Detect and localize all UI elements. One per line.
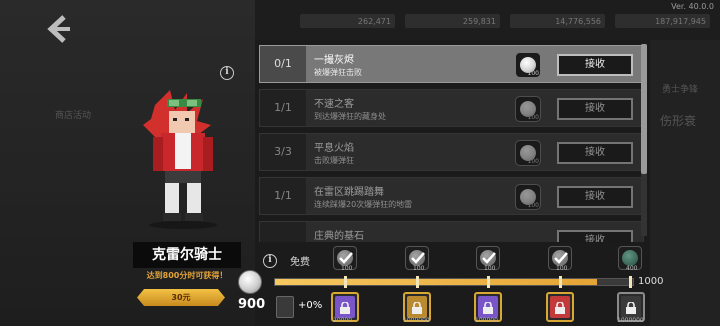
quest-reward-amount: 100 bbox=[527, 202, 539, 209]
progress-tick bbox=[559, 276, 562, 288]
lock-icon bbox=[340, 302, 350, 314]
claim-button[interactable]: 接收 bbox=[557, 230, 633, 242]
buy-pass-button[interactable]: 30元 bbox=[137, 289, 225, 306]
progress-max-label: 1000 bbox=[638, 276, 664, 287]
version-label: Ver. 40.0.0 bbox=[671, 2, 714, 11]
back-button[interactable] bbox=[44, 14, 74, 44]
quest-reward-amount: 100 bbox=[527, 114, 539, 121]
lock-icon bbox=[626, 302, 636, 314]
quest-list[interactable]: 0/1 一撮灰烬 被爆弹狂击败 100 接收 1/1 不速之客 到达爆弹狂的藏身… bbox=[255, 42, 647, 242]
free-reward-amount: 400 bbox=[626, 265, 638, 272]
lock-icon bbox=[555, 302, 565, 314]
checkmark-icon bbox=[554, 252, 568, 264]
quest-title: 平息火焰 bbox=[314, 143, 354, 154]
pass-progress-fill bbox=[275, 279, 598, 285]
pass-coin-icon bbox=[238, 270, 262, 294]
premium-reward-amount: 1000000 bbox=[617, 317, 644, 324]
character-name: 克雷尔骑士 bbox=[133, 242, 241, 268]
checkmark-icon bbox=[482, 252, 496, 264]
side-label-mid: 伤形衰 bbox=[660, 114, 697, 128]
claim-button[interactable]: 接收 bbox=[557, 54, 633, 76]
lock-icon bbox=[412, 302, 422, 314]
quest-progress: 3/3 bbox=[260, 134, 306, 170]
currency-item: 262,471 bbox=[300, 14, 395, 28]
currency-item: 187,917,945 bbox=[615, 14, 710, 28]
quest-row: 3/3 平息火焰 击败爆弹狂 100 接收 bbox=[259, 133, 644, 171]
character-unlock-text: 达到800分时可获得！ bbox=[146, 271, 228, 280]
boost-item-icon[interactable] bbox=[276, 296, 294, 318]
progress-tick bbox=[344, 276, 347, 288]
currency-item: 14,776,556 bbox=[510, 14, 605, 28]
quest-title: 一撮灰烬 bbox=[314, 55, 354, 66]
checkmark-icon bbox=[411, 252, 425, 264]
quest-title: 庄典的基石 bbox=[314, 231, 364, 242]
claim-button[interactable]: 接收 bbox=[557, 186, 633, 208]
premium-reward-amount: 20000 bbox=[333, 317, 353, 324]
boost-label: +0% bbox=[298, 300, 323, 311]
character-info-icon[interactable]: i bbox=[220, 66, 234, 80]
quest-title: 不速之客 bbox=[314, 99, 354, 110]
quest-scrollbar[interactable] bbox=[641, 44, 647, 236]
progress-tick bbox=[629, 276, 632, 288]
currency-bar: 262,471 259,831 14,776,556 187,917,945 bbox=[300, 14, 710, 28]
coin-count: 900 bbox=[238, 297, 266, 312]
scroll-thumb[interactable] bbox=[641, 44, 647, 174]
quest-progress: 1/1 bbox=[260, 90, 306, 126]
quest-row: 1/1 在雷区跳踢踏舞 连续踩爆20次爆弹狂的地雷 100 接收 bbox=[259, 177, 644, 215]
quest-progress: 1/1 bbox=[260, 178, 306, 214]
free-reward-amount: 100 bbox=[556, 265, 568, 272]
quest-row: 0/1 一撮灰烬 被爆弹狂击败 100 接收 bbox=[259, 45, 644, 83]
quest-reward-icon: 100 bbox=[515, 140, 541, 166]
checkmark-icon bbox=[339, 252, 353, 264]
currency-item: 259,831 bbox=[405, 14, 500, 28]
lock-icon bbox=[483, 302, 493, 314]
side-label-top: 勇士争锋 bbox=[662, 85, 699, 95]
free-track-label: 免费 bbox=[290, 257, 310, 268]
quest-description: 到达爆弹狂的藏身处 bbox=[314, 112, 386, 121]
gem-icon bbox=[622, 250, 638, 266]
quest-row: 庄典的基石 接收 bbox=[259, 221, 644, 242]
progress-tick bbox=[487, 276, 490, 288]
quest-progress: 0/1 bbox=[260, 46, 306, 82]
quest-description: 连续踩爆20次爆弹狂的地雷 bbox=[314, 200, 413, 209]
quest-reward-icon: 100 bbox=[515, 184, 541, 210]
progress-tick bbox=[416, 276, 419, 288]
claim-button[interactable]: 接收 bbox=[557, 142, 633, 164]
track-info-icon[interactable]: i bbox=[263, 254, 277, 268]
pass-progress-bar bbox=[274, 278, 634, 286]
quest-reward-amount: 100 bbox=[527, 158, 539, 165]
character-sprite bbox=[143, 90, 217, 229]
quest-description: 被爆弹狂击败 bbox=[314, 68, 362, 77]
claim-button[interactable]: 接收 bbox=[557, 98, 633, 120]
quest-reward-icon: 100 bbox=[515, 52, 541, 78]
quest-reward-amount: 100 bbox=[527, 70, 539, 77]
quest-title: 在雷区跳踢踏舞 bbox=[314, 187, 384, 198]
free-reward-amount: 100 bbox=[484, 265, 496, 272]
shop-event-label: 商店活动 bbox=[55, 111, 92, 121]
premium-reward-amount: 100000 bbox=[475, 317, 498, 324]
premium-reward-amount: 1000000 bbox=[403, 317, 430, 324]
quest-description: 击败爆弹狂 bbox=[314, 156, 354, 165]
quest-progress bbox=[260, 222, 306, 242]
quest-row: 1/1 不速之客 到达爆弹狂的藏身处 100 接收 bbox=[259, 89, 644, 127]
back-arrow-icon bbox=[47, 15, 70, 43]
free-reward-amount: 100 bbox=[413, 265, 425, 272]
quest-reward-icon: 100 bbox=[515, 96, 541, 122]
premium-reward-box[interactable] bbox=[546, 292, 574, 322]
free-reward-amount: 100 bbox=[341, 265, 353, 272]
